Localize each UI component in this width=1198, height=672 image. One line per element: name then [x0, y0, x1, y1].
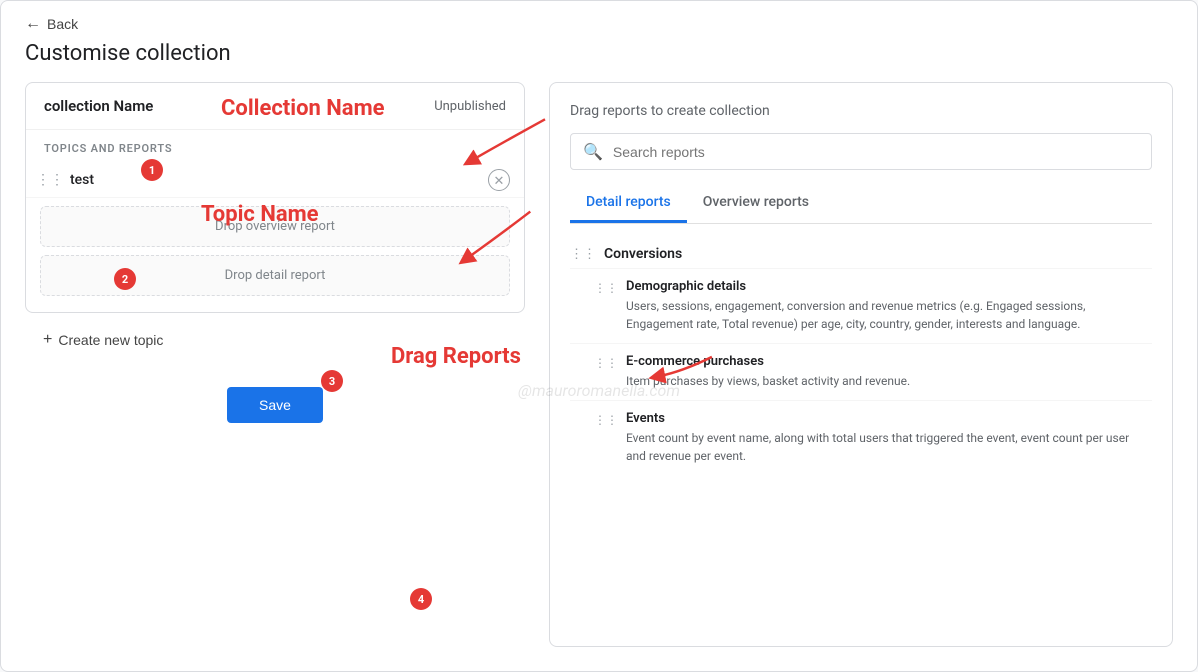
- tab-overview-reports[interactable]: Overview reports: [687, 186, 825, 223]
- conversions-section: ⋮⋮ Conversions: [570, 236, 1152, 268]
- search-input[interactable]: [613, 144, 1139, 160]
- report-desc-events: Event count by event name, along with to…: [626, 429, 1152, 465]
- topics-label: TOPICS AND REPORTS: [26, 142, 524, 163]
- back-button[interactable]: ← Back: [25, 15, 78, 33]
- left-panel: collection Name Unpublished TOPICS AND R…: [25, 82, 525, 647]
- page-title: Customise collection: [1, 37, 1197, 82]
- save-button[interactable]: Save: [227, 387, 323, 423]
- report-item-events: ⋮⋮ Events Event count by event name, alo…: [570, 400, 1152, 475]
- drop-detail-zone[interactable]: Drop detail report: [40, 255, 510, 296]
- report-name-ecommerce: E-commerce purchases: [626, 354, 910, 369]
- report-item-ecommerce: ⋮⋮ E-commerce purchases Item purchases b…: [570, 343, 1152, 400]
- collection-name: collection Name: [44, 97, 153, 115]
- collection-card: collection Name Unpublished TOPICS AND R…: [25, 82, 525, 313]
- drag-handle-icon: ⋮⋮: [36, 172, 64, 188]
- report-name-demographic: Demographic details: [626, 279, 1152, 294]
- tabs-row: Detail reports Overview reports: [570, 186, 1152, 224]
- report-drag-icon-3: ⋮⋮: [594, 413, 618, 427]
- conversions-drag-icon: ⋮⋮: [570, 247, 596, 262]
- report-drag-icon: ⋮⋮: [594, 281, 618, 295]
- drag-title: Drag reports to create collection: [570, 103, 1152, 119]
- conversions-title: Conversions: [604, 246, 682, 262]
- report-drag-icon-2: ⋮⋮: [594, 356, 618, 370]
- topic-row: ⋮⋮ test ✕: [26, 163, 524, 198]
- drop-overview-zone[interactable]: Drop overview report: [40, 206, 510, 247]
- search-bar: 🔍: [570, 133, 1152, 170]
- plus-icon: +: [43, 331, 52, 349]
- search-icon: 🔍: [583, 142, 603, 161]
- right-panel: Drag reports to create collection 🔍 Deta…: [549, 82, 1173, 647]
- report-desc-demographic: Users, sessions, engagement, conversion …: [626, 297, 1152, 333]
- remove-topic-button[interactable]: ✕: [488, 169, 510, 191]
- report-desc-ecommerce: Item purchases by views, basket activity…: [626, 372, 910, 390]
- back-arrow-icon: ←: [25, 15, 41, 33]
- create-topic-button[interactable]: + Create new topic: [25, 313, 525, 367]
- report-item-demographic: ⋮⋮ Demographic details Users, sessions, …: [570, 268, 1152, 343]
- badge-4: 4: [410, 588, 432, 610]
- report-name-events: Events: [626, 411, 1152, 426]
- unpublished-badge: Unpublished: [434, 99, 506, 114]
- create-topic-label: Create new topic: [58, 332, 163, 348]
- topic-name: test: [70, 172, 488, 188]
- back-label: Back: [47, 16, 78, 32]
- tab-detail-reports[interactable]: Detail reports: [570, 186, 687, 223]
